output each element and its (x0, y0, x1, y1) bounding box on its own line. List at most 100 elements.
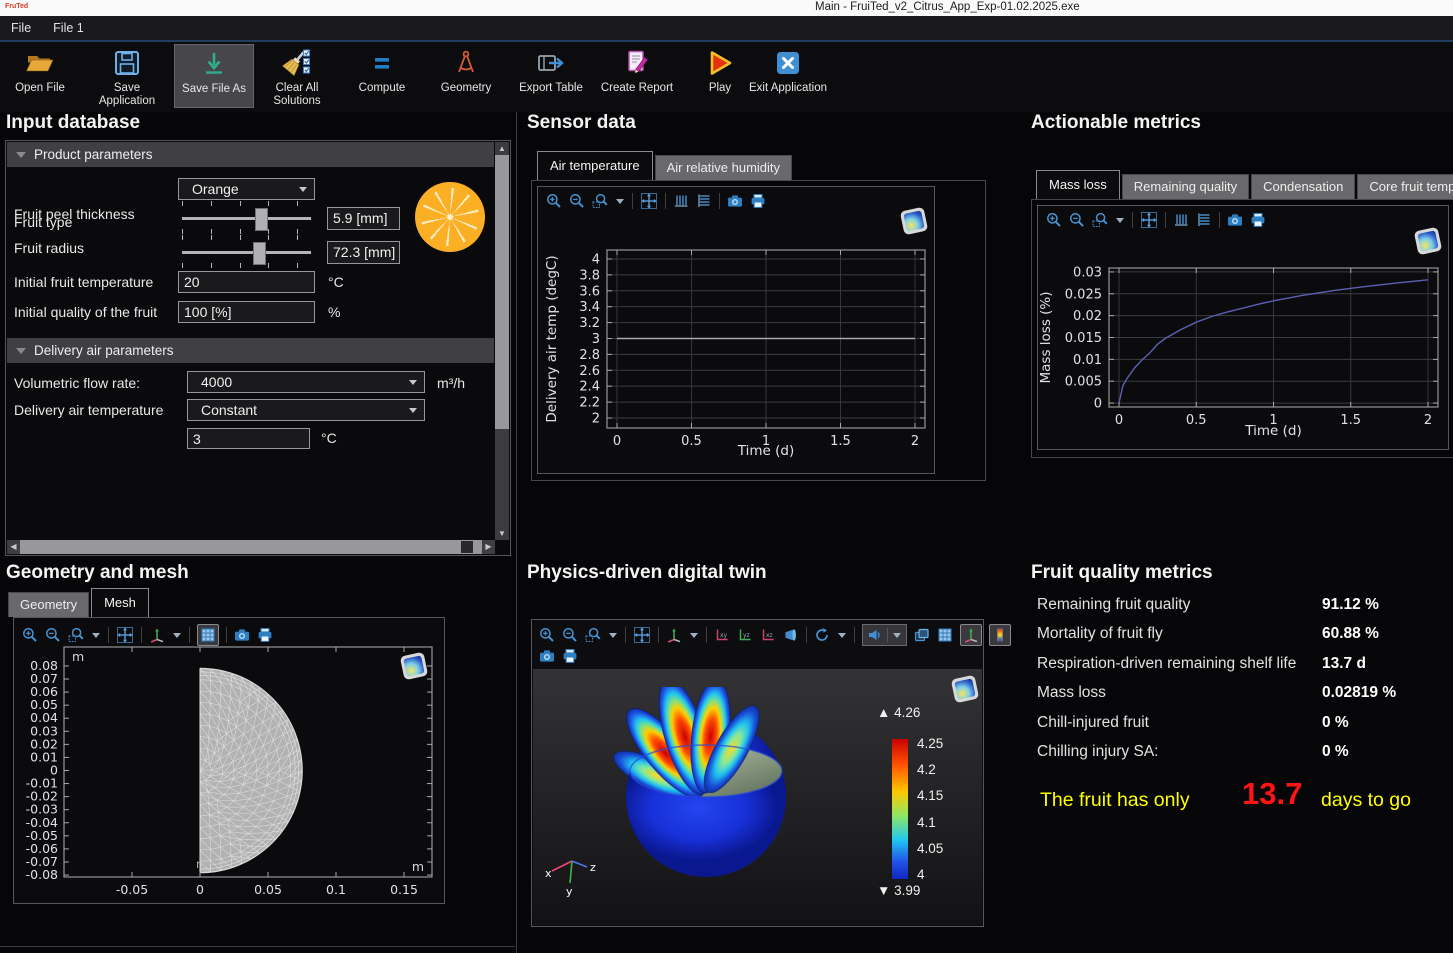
fruit-type-dropdown[interactable]: Orange (178, 178, 315, 200)
slider-thumb[interactable] (255, 208, 268, 231)
svg-text:0.02: 0.02 (1073, 309, 1102, 324)
toolbar-button-clear-all-solutions[interactable]: Clear All Solutions (258, 44, 336, 108)
sensor-chart[interactable]: 00.511.5222.22.42.62.833.23.43.63.84Time… (538, 187, 932, 471)
compass-icon (427, 44, 505, 82)
horn-icon[interactable] (783, 627, 799, 643)
axes-pressed-icon[interactable] (960, 624, 982, 646)
scroll-up-icon[interactable]: ▲ (495, 142, 509, 155)
toolbar-button-save-file-as[interactable]: Save File As (174, 44, 254, 108)
horizontal-scrollbar[interactable]: ◀ ▶ (7, 540, 495, 554)
zoom-box-icon[interactable] (585, 627, 601, 643)
massloss-chart[interactable]: 00.511.5200.0050.010.0150.020.0250.03Tim… (1038, 206, 1446, 447)
caret-icon[interactable] (608, 627, 618, 643)
scroll-down-icon[interactable]: ▼ (495, 527, 509, 540)
svg-text:0.005: 0.005 (1065, 375, 1102, 390)
separator (854, 627, 855, 643)
section-product-parameters[interactable]: Product parameters (7, 142, 494, 167)
grid-icon[interactable] (937, 627, 953, 643)
svg-text:0: 0 (196, 882, 204, 897)
toolbar-button-exit-application[interactable]: Exit Application (749, 44, 827, 108)
toolbar-button-compute[interactable]: Compute (343, 44, 421, 108)
peel-thickness-slider[interactable] (176, 201, 317, 235)
sensor-tab-air-temperature[interactable]: Air temperature (537, 151, 653, 180)
zoom-in-icon[interactable] (539, 627, 555, 643)
svg-text:z: z (590, 861, 596, 874)
svg-text:y: y (566, 885, 573, 897)
view-yz-icon[interactable]: yz (737, 627, 753, 643)
toolbar-button-create-report[interactable]: Create Report (598, 44, 676, 108)
cbar-pressed-icon[interactable] (989, 624, 1011, 646)
fruit-radius-value[interactable]: 72.3 [mm] (327, 241, 400, 264)
zoom-out-icon[interactable] (562, 627, 578, 643)
geometry-tab-geometry[interactable]: Geometry (8, 592, 89, 617)
svg-text:Time (d): Time (d) (737, 443, 794, 459)
metric-label: Chilling injury SA: (1037, 743, 1158, 761)
exit-icon (749, 44, 827, 82)
printer-icon[interactable] (562, 648, 578, 664)
metrics-tab-core-fruit-temperature[interactable]: Core fruit temperature (1357, 174, 1453, 199)
metrics-tab-mass-loss[interactable]: Mass loss (1036, 170, 1120, 199)
sensor-tab-air-relative-humidity[interactable]: Air relative humidity (655, 155, 792, 180)
svg-text:4: 4 (592, 252, 600, 267)
metric-label: Chill-injured fruit (1037, 714, 1149, 732)
slider-track[interactable] (182, 217, 311, 220)
toolbar-button-open-file[interactable]: Open File (1, 44, 79, 108)
metric-value: 0 % (1322, 743, 1349, 761)
metrics-tab-condensation[interactable]: Condensation (1251, 174, 1355, 199)
view-xz-icon[interactable]: xz (760, 627, 776, 643)
svg-text:-0.08: -0.08 (26, 867, 58, 882)
toolbar-button-geometry[interactable]: Geometry (427, 44, 505, 108)
scrollbar-thumb[interactable] (461, 541, 473, 553)
toolbar-button-export-table[interactable]: Export Table (512, 44, 590, 108)
svg-text:3.2: 3.2 (579, 316, 600, 331)
camera-icon[interactable] (539, 648, 555, 664)
chevron-down-icon (409, 380, 417, 385)
geometry-tab-mesh[interactable]: Mesh (91, 588, 149, 617)
view-xy-icon[interactable]: xy (714, 627, 730, 643)
layers-icon[interactable] (914, 627, 930, 643)
dat-dropdown[interactable]: Constant (187, 399, 425, 421)
init-temp-input[interactable]: 20 (178, 271, 315, 293)
menu-item-file-1[interactable]: File 1 (42, 21, 95, 35)
scrollbar-thumb[interactable] (495, 155, 509, 429)
warning-number: 13.7 (1242, 776, 1302, 812)
app-logo: FruTed (5, 3, 28, 10)
fit-icon[interactable] (633, 626, 651, 644)
peel-thickness-label: Fruit peel thickness (14, 206, 135, 222)
slider-thumb[interactable] (253, 242, 266, 265)
caret-icon[interactable] (837, 627, 847, 643)
svg-text:3: 3 (592, 332, 600, 347)
chevron-down-icon (409, 408, 417, 413)
menu-item-file[interactable]: File (0, 21, 42, 35)
mesh-plot[interactable]: -0.0500.050.10.150.080.070.060.050.040.0… (14, 618, 442, 901)
metric-label: Remaining fruit quality (1037, 596, 1190, 614)
caret-icon[interactable] (689, 627, 699, 643)
rotate-icon[interactable] (814, 627, 830, 643)
init-quality-input[interactable]: 100 [%] (178, 301, 315, 323)
svg-text:2.4: 2.4 (579, 380, 600, 395)
scroll-left-icon[interactable]: ◀ (7, 540, 20, 554)
speaker-btn-icon[interactable] (862, 624, 907, 646)
twin-canvas[interactable]: ▲ 4.26 ▼ 3.99 4.254.24.154.14.054 x y z (533, 669, 982, 925)
toolbar-button-play[interactable]: Play (681, 44, 759, 108)
svg-text:Delivery air temp (degC): Delivery air temp (degC) (544, 255, 560, 422)
scroll-right-icon[interactable]: ▶ (482, 540, 495, 554)
peel-thickness-value[interactable]: 5.9 [mm] (327, 207, 400, 230)
fruit-radius-slider[interactable] (176, 235, 317, 269)
collapse-icon (16, 348, 26, 354)
svg-text:m: m (412, 859, 424, 874)
vertical-scrollbar[interactable]: ▲ ▼ (495, 142, 509, 540)
svg-text:1.5: 1.5 (1340, 413, 1361, 428)
window-title: Main - FruiTed_v2_Citrus_App_Exp-01.02.2… (815, 1, 1080, 13)
section-delivery-air-parameters[interactable]: Delivery air parameters (7, 338, 494, 363)
slider-track[interactable] (182, 251, 311, 254)
floppy-icon (88, 44, 166, 82)
axis-triad: x y z (542, 841, 598, 897)
dat-value-unit: °C (321, 430, 337, 446)
dat-value-input[interactable]: 3 (187, 428, 310, 449)
metrics-tab-remaining-quality[interactable]: Remaining quality (1122, 174, 1249, 199)
toolbar-button-save-application[interactable]: Save Application (88, 44, 166, 108)
open-folder-icon (1, 44, 79, 82)
flow-rate-dropdown[interactable]: 4000 (187, 371, 425, 393)
axes3d-icon[interactable] (666, 627, 682, 643)
